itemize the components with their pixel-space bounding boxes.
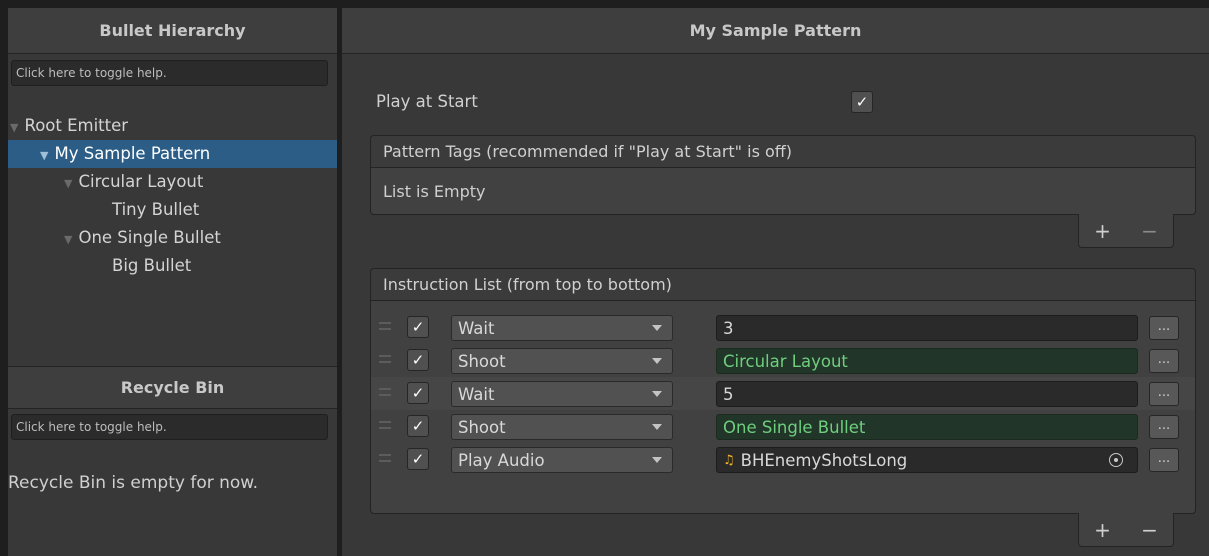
recycle-bin-title: Recycle Bin — [8, 366, 337, 409]
field-value: 5 — [723, 384, 734, 404]
tree-item-label: Big Bullet — [112, 256, 192, 275]
tree-item-root-emitter[interactable]: ▼ Root Emitter — [8, 112, 337, 140]
drag-handle-icon[interactable] — [379, 322, 391, 330]
tree-item-circular-layout[interactable]: ▼ Circular Layout — [8, 168, 337, 196]
instruction-type-dropdown[interactable]: Wait — [451, 381, 673, 407]
caret-down-icon — [652, 457, 662, 463]
instruction-add-remove: + − — [1078, 513, 1174, 547]
dropdown-value: Wait — [458, 318, 495, 338]
pattern-tags-add-remove: + − — [1078, 214, 1174, 248]
hierarchy-title: Bullet Hierarchy — [8, 8, 337, 54]
recycle-bin-empty-message: Recycle Bin is empty for now. — [8, 473, 259, 493]
instruction-options-button[interactable]: ... — [1149, 316, 1179, 340]
dropdown-value: Shoot — [458, 351, 506, 371]
drag-handle-icon[interactable] — [379, 421, 391, 429]
object-picker-icon[interactable] — [1109, 453, 1123, 467]
dropdown-value: Shoot — [458, 417, 506, 437]
drag-handle-icon[interactable] — [379, 355, 391, 363]
remove-instruction-button[interactable]: − — [1141, 518, 1158, 542]
instruction-type-dropdown[interactable]: Shoot — [451, 414, 673, 440]
drag-handle-icon[interactable] — [379, 388, 391, 396]
instruction-row: ✓ Wait 3 ... — [371, 311, 1195, 344]
instruction-value-field[interactable]: Circular Layout — [716, 348, 1138, 374]
expand-arrow-icon[interactable]: ▼ — [10, 121, 18, 134]
expand-arrow-icon[interactable]: ▼ — [64, 177, 72, 190]
play-at-start-label: Play at Start — [376, 92, 478, 111]
instruction-value-field[interactable]: 5 — [716, 381, 1138, 407]
remove-tag-button[interactable]: − — [1141, 219, 1158, 243]
instruction-row: ✓ Play Audio ♫ BHEnemyShotsLong ... — [371, 443, 1195, 476]
instruction-type-dropdown[interactable]: Play Audio — [451, 447, 673, 473]
instruction-row: ✓ Shoot Circular Layout ... — [371, 344, 1195, 377]
tree-item-label: Circular Layout — [78, 172, 204, 191]
instruction-list-header: Instruction List (from top to bottom) — [371, 269, 1195, 301]
instruction-row: ✓ Wait 5 ... — [371, 377, 1195, 410]
music-note-icon: ♫ — [723, 452, 735, 468]
tree-item-label: Tiny Bullet — [112, 200, 200, 219]
instruction-enabled-checkbox[interactable]: ✓ — [407, 382, 429, 404]
instruction-options-button[interactable]: ... — [1149, 349, 1179, 373]
play-at-start-checkbox[interactable]: ✓ — [851, 91, 873, 113]
hierarchy-tree: ▼ Root Emitter ▼ My Sample Pattern ▼ Cir… — [8, 112, 337, 280]
instruction-row: ✓ Shoot One Single Bullet ... — [371, 410, 1195, 443]
add-tag-button[interactable]: + — [1094, 219, 1111, 243]
instruction-list: Instruction List (from top to bottom) ✓ … — [370, 268, 1196, 514]
expand-arrow-icon[interactable]: ▼ — [40, 149, 48, 162]
caret-down-icon — [652, 391, 662, 397]
pattern-title: My Sample Pattern — [342, 8, 1209, 54]
pattern-inspector: My Sample Pattern Play at Start ✓ Patter… — [342, 8, 1209, 556]
instruction-enabled-checkbox[interactable]: ✓ — [407, 349, 429, 371]
dropdown-value: Wait — [458, 384, 495, 404]
caret-down-icon — [652, 325, 662, 331]
instruction-type-dropdown[interactable]: Shoot — [451, 348, 673, 374]
tree-item-label: Root Emitter — [24, 116, 129, 135]
field-value: 3 — [723, 318, 734, 338]
instruction-rows: ✓ Wait 3 ... ✓ Shoot Circular Layout ...… — [371, 301, 1195, 476]
tree-item-label: One Single Bullet — [78, 228, 221, 247]
recycle-bin-panel: Recycle Bin Click here to toggle help. R… — [8, 366, 337, 556]
audio-clip-field[interactable]: ♫ BHEnemyShotsLong — [716, 447, 1138, 473]
instruction-enabled-checkbox[interactable]: ✓ — [407, 448, 429, 470]
field-value: Circular Layout — [723, 351, 848, 371]
add-instruction-button[interactable]: + — [1094, 518, 1111, 542]
instruction-options-button[interactable]: ... — [1149, 448, 1179, 472]
drag-handle-icon[interactable] — [379, 454, 391, 462]
instruction-enabled-checkbox[interactable]: ✓ — [407, 316, 429, 338]
pattern-tags-list: Pattern Tags (recommended if "Play at St… — [370, 135, 1196, 215]
expand-arrow-icon[interactable]: ▼ — [64, 233, 72, 246]
hierarchy-help-toggle[interactable]: Click here to toggle help. — [11, 60, 328, 86]
instruction-enabled-checkbox[interactable]: ✓ — [407, 415, 429, 437]
caret-down-icon — [652, 424, 662, 430]
tree-item-one-single-bullet[interactable]: ▼ One Single Bullet — [8, 224, 337, 252]
tree-item-big-bullet[interactable]: Big Bullet — [8, 252, 337, 280]
recycle-help-toggle[interactable]: Click here to toggle help. — [11, 414, 328, 440]
checkmark-icon: ✓ — [411, 417, 425, 435]
checkmark-icon: ✓ — [855, 93, 869, 111]
instruction-options-button[interactable]: ... — [1149, 382, 1179, 406]
field-value: BHEnemyShotsLong — [740, 450, 908, 470]
instruction-value-field[interactable]: 3 — [716, 315, 1138, 341]
pattern-tags-empty: List is Empty — [383, 181, 486, 201]
instruction-options-button[interactable]: ... — [1149, 415, 1179, 439]
tree-item-tiny-bullet[interactable]: Tiny Bullet — [8, 196, 337, 224]
checkmark-icon: ✓ — [411, 450, 425, 468]
caret-down-icon — [652, 358, 662, 364]
field-value: One Single Bullet — [723, 417, 866, 437]
instruction-value-field[interactable]: One Single Bullet — [716, 414, 1138, 440]
instruction-type-dropdown[interactable]: Wait — [451, 315, 673, 341]
checkmark-icon: ✓ — [411, 318, 425, 336]
tree-item-my-sample-pattern[interactable]: ▼ My Sample Pattern — [8, 140, 337, 168]
tree-item-label: My Sample Pattern — [54, 144, 211, 163]
pattern-tags-header: Pattern Tags (recommended if "Play at St… — [371, 136, 1195, 168]
dropdown-value: Play Audio — [458, 450, 545, 470]
hierarchy-panel: Bullet Hierarchy Click here to toggle he… — [8, 8, 337, 556]
checkmark-icon: ✓ — [411, 351, 425, 369]
checkmark-icon: ✓ — [411, 384, 425, 402]
